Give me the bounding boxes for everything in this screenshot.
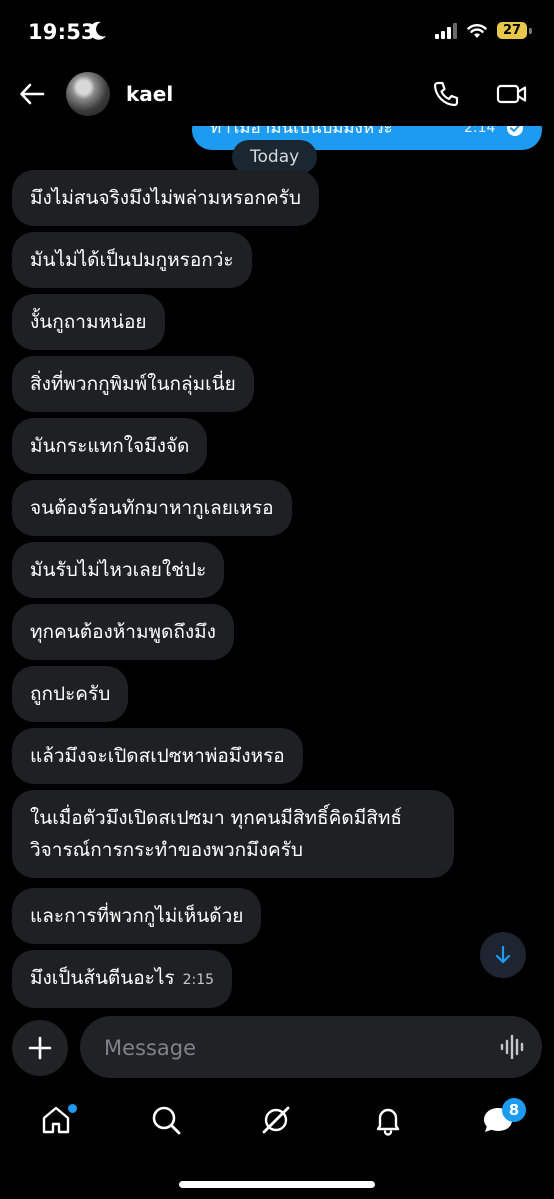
received-message-bubble[interactable]: ในเมื่อตัวมึงเปิดสเปซมา ทุกคนมีสิทธิ์คิด… <box>12 790 454 878</box>
message-text: มันรับไม่ไหวเลยใช่ปะ <box>30 559 207 581</box>
received-message-bubble[interactable]: มันกระแทกใจมึงจัด <box>12 418 208 474</box>
message-text: แล้วมึงจะเปิดสเปซหาพ่อมึงหรอ <box>30 745 285 767</box>
date-divider: Today <box>232 140 318 174</box>
bell-icon <box>376 1108 400 1136</box>
tab-notifications[interactable] <box>368 1100 408 1140</box>
received-message-bubble[interactable]: สิ่งที่พวกกูพิมพ์ในกลุ่มเนี่ย <box>12 356 254 412</box>
moon-icon <box>89 21 106 40</box>
message-text: มันกระแทกใจมึงจัด <box>30 435 190 457</box>
scroll-to-bottom-button[interactable] <box>480 932 526 978</box>
read-check-icon <box>507 126 523 136</box>
search-icon <box>152 1106 181 1135</box>
message-text: ถูกปะครับ <box>30 683 111 705</box>
received-message-bubble[interactable]: แล้วมึงจะเปิดสเปซหาพ่อมึงหรอ <box>12 728 303 784</box>
received-message-bubble[interactable]: มึงไม่สนจริงมึงไม่พล่ามหรอกครับ <box>12 170 319 226</box>
message-text: มึงเป็นส้นตีนอะไร <box>30 967 175 989</box>
wifi-icon <box>467 23 487 38</box>
sent-message-time: 2:14 <box>464 126 496 136</box>
received-message-bubble[interactable]: ถูกปะครับ <box>12 666 129 722</box>
home-indicator[interactable] <box>179 1181 375 1188</box>
plus-icon <box>28 1036 52 1060</box>
status-time: 19:53 <box>28 20 96 44</box>
sent-message-text: ทำไมอ่ามันเป็นปมมึงหวะ <box>210 126 393 138</box>
message-text: ทุกคนต้องห้ามพูดถึงมึง <box>30 621 216 643</box>
grok-icon <box>262 1106 290 1134</box>
battery-indicator: 27 <box>497 22 532 39</box>
message-thread[interactable]: ทำไมอ่ามันเป็นปมมึงหวะ 2:14 Today มึงไม่… <box>0 126 554 1010</box>
battery-cap <box>529 27 532 34</box>
contact-name[interactable]: kael <box>126 82 173 106</box>
bottom-navigation <box>0 1090 554 1160</box>
video-call-icon[interactable] <box>496 80 528 108</box>
received-message-bubble[interactable]: ทุกคนต้องห้ามพูดถึงมึง <box>12 604 234 660</box>
message-text: จนต้องร้อนทักมาหากูเลยเหรอ <box>30 497 274 519</box>
message-input-container <box>80 1016 542 1080</box>
message-time: 2:15 <box>182 972 215 988</box>
phone-icon[interactable] <box>432 80 460 108</box>
received-message-bubble[interactable]: มึงเป็นส้นตีนอะไร 2:15 <box>12 950 233 1008</box>
add-attachment-button[interactable] <box>12 1020 68 1076</box>
message-text: งั้นกูถามหน่อย <box>30 311 147 333</box>
received-message-bubble[interactable]: งั้นกูถามหน่อย <box>12 294 165 350</box>
conversation-header: kael <box>0 64 554 126</box>
received-message-bubble[interactable]: มันรับไม่ไหวเลยใช่ปะ <box>12 542 225 598</box>
status-bar: 19:53 27 <box>0 0 554 64</box>
message-text: มันไม่ได้เป็นปมกูหรอกว่ะ <box>30 249 234 271</box>
message-text: สิ่งที่พวกกูพิมพ์ในกลุ่มเนี่ย <box>30 373 236 395</box>
voice-message-icon[interactable] <box>500 1034 526 1060</box>
tab-search[interactable] <box>146 1100 186 1140</box>
message-text: และการที่พวกกูไม่เห็นด้วย <box>30 905 244 927</box>
message-text: ในเมื่อตัวมึงเปิดสเปซมา ทุกคนมีสิทธิ์คิด… <box>30 807 402 861</box>
back-arrow-icon[interactable] <box>18 80 46 108</box>
cellular-signal-icon <box>435 22 457 39</box>
received-message-bubble[interactable]: และการที่พวกกูไม่เห็นด้วย <box>12 888 262 944</box>
message-composer <box>0 1016 554 1080</box>
tab-grok[interactable] <box>256 1100 296 1140</box>
arrow-down-icon <box>495 945 511 964</box>
message-input[interactable] <box>102 1016 486 1080</box>
messages-badge: 8 <box>502 1098 526 1122</box>
avatar[interactable] <box>66 72 110 116</box>
received-message-bubble[interactable]: มันไม่ได้เป็นปมกูหรอกว่ะ <box>12 232 252 288</box>
battery-level: 27 <box>497 22 527 39</box>
message-text: มึงไม่สนจริงมึงไม่พล่ามหรอกครับ <box>30 187 301 209</box>
received-message-bubble[interactable]: จนต้องร้อนทักมาหากูเลยเหรอ <box>12 480 292 536</box>
new-posts-dot <box>66 1102 79 1115</box>
